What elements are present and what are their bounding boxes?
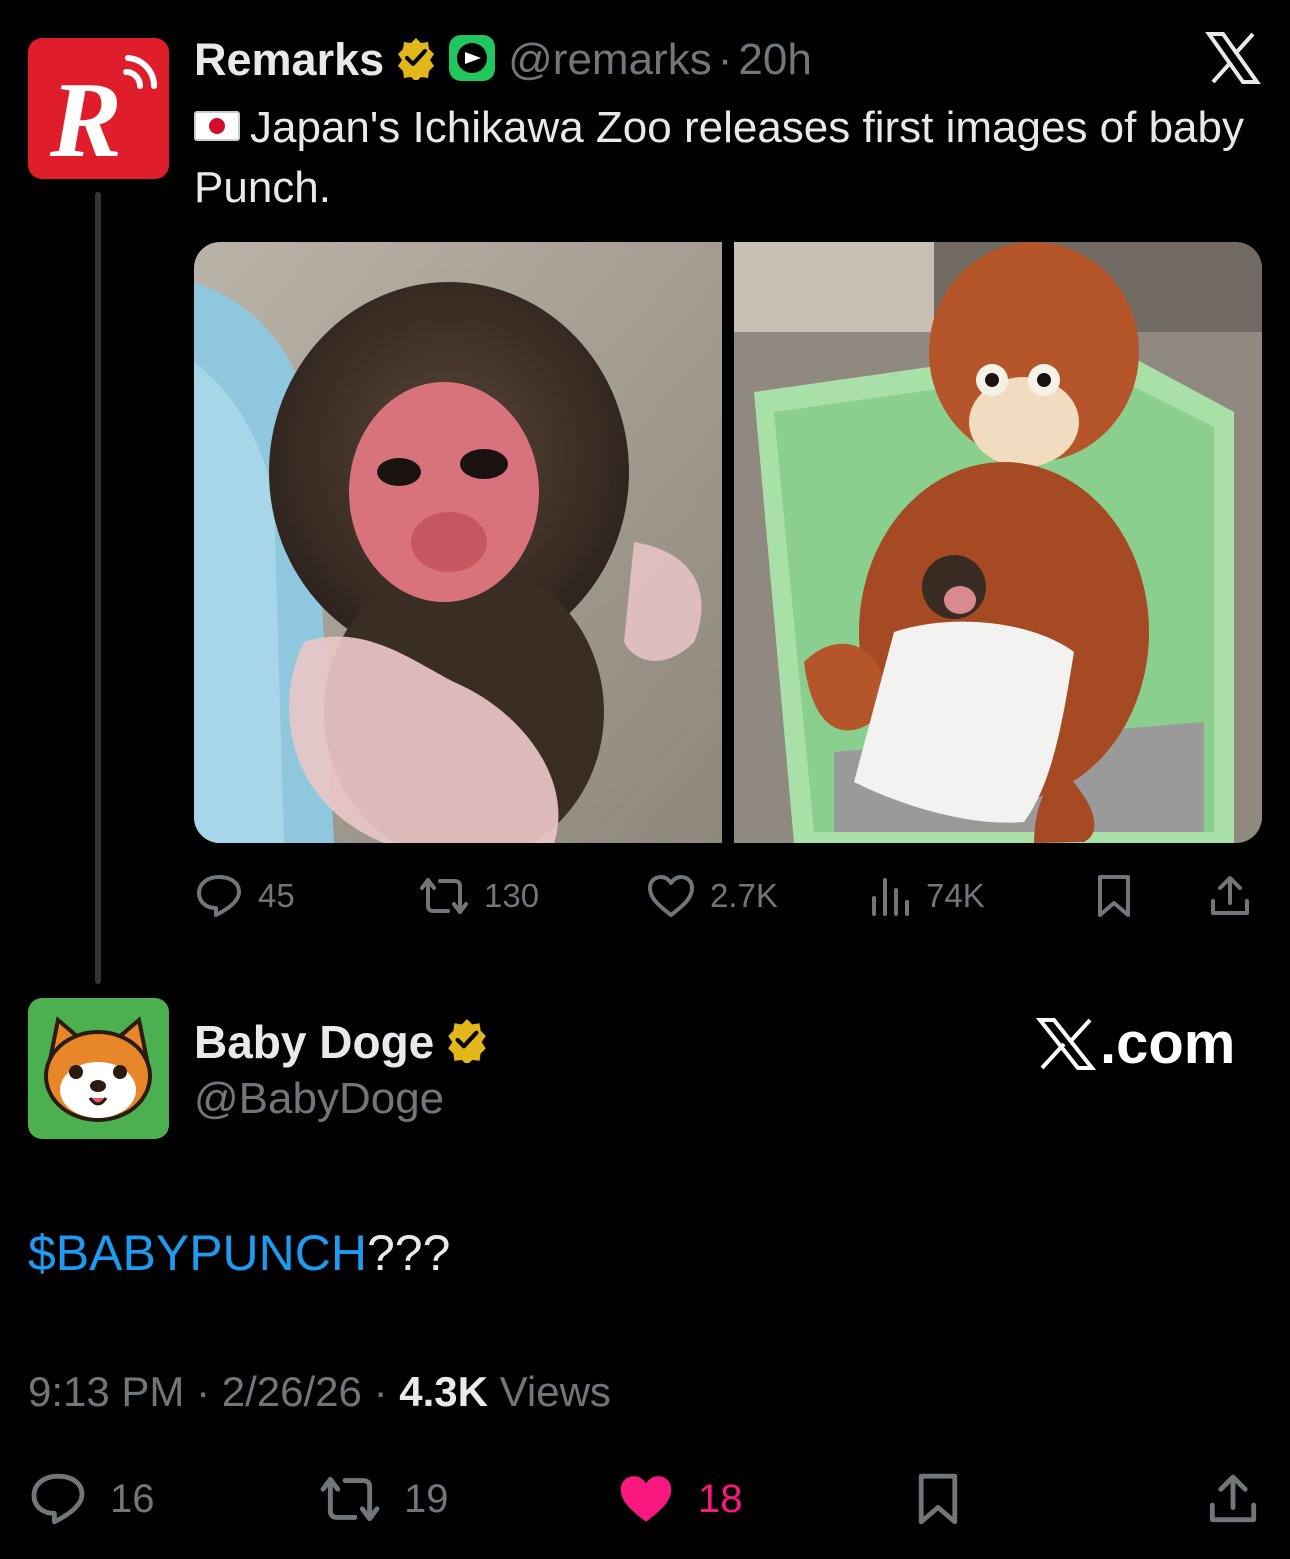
shiba-dog-logo-icon xyxy=(44,1016,152,1122)
thread-connector-line xyxy=(95,192,101,984)
reply-icon xyxy=(197,875,241,917)
parent-repost-count: 130 xyxy=(484,877,540,914)
reply-author-row: Baby Doge xyxy=(194,1014,490,1070)
reply-reply-count: 16 xyxy=(110,1476,155,1521)
reply-reply-button[interactable]: 16 xyxy=(28,1466,155,1532)
reply-action-bar: 16 19 18 xyxy=(28,1466,1262,1532)
baby-monkey-with-plush-photo[interactable] xyxy=(734,242,1262,843)
reply-repost-button[interactable]: 19 xyxy=(318,1466,449,1532)
reply-icon xyxy=(31,1473,85,1525)
reply-tweet-text: $BABYPUNCH??? xyxy=(28,1222,450,1284)
reply-text-suffix: ??? xyxy=(367,1225,451,1281)
parent-repost-button[interactable]: 130 xyxy=(418,866,539,926)
reply-repost-count: 19 xyxy=(404,1476,449,1521)
reply-meta-line: 9:13 PM · 2/26/26 · 4.3K Views xyxy=(28,1368,611,1416)
parent-views-count: 74K xyxy=(926,877,985,914)
remarks-logo-icon: R xyxy=(49,55,158,179)
reply-handle[interactable]: @BabyDoge xyxy=(194,1074,444,1124)
share-icon xyxy=(1209,1474,1257,1523)
reply-views-label: Views xyxy=(499,1368,611,1415)
reply-date[interactable]: 2/26/26 xyxy=(222,1368,362,1415)
heart-icon xyxy=(648,875,694,917)
parent-tweet-body: Japan's Ichikawa Zoo releases first imag… xyxy=(194,103,1244,212)
x-logo-icon xyxy=(1205,30,1261,86)
reply-like-count: 18 xyxy=(698,1476,743,1521)
share-icon xyxy=(1211,876,1249,915)
parent-reply-button[interactable]: 45 xyxy=(194,866,295,926)
verified-gold-badge-icon xyxy=(394,36,438,85)
parent-author-name[interactable]: Remarks xyxy=(194,34,384,86)
reply-time[interactable]: 9:13 PM xyxy=(28,1368,184,1415)
x-logo-icon xyxy=(1036,1017,1097,1070)
affiliate-badge-icon xyxy=(448,34,496,87)
parent-share-button[interactable] xyxy=(1208,866,1252,926)
reply-author-name[interactable]: Baby Doge xyxy=(194,1015,434,1069)
parent-handle[interactable]: @remarks xyxy=(508,35,712,85)
parent-timestamp[interactable]: 20h xyxy=(738,35,811,85)
x-dot-com-watermark: .com xyxy=(1036,1010,1235,1077)
repost-icon xyxy=(320,1476,380,1522)
views-bar-chart-icon xyxy=(872,878,909,916)
meta-separator: · xyxy=(196,1368,211,1415)
babydoge-avatar[interactable] xyxy=(28,998,169,1139)
verified-gold-badge-icon xyxy=(444,1017,490,1068)
parent-tweet-text: Japan's Ichikawa Zoo releases first imag… xyxy=(194,98,1254,218)
parent-header-separator: · xyxy=(717,35,733,84)
parent-like-count: 2.7K xyxy=(710,877,778,914)
cashtag-link[interactable]: $BABYPUNCH xyxy=(28,1225,367,1281)
parent-like-button[interactable]: 2.7K xyxy=(646,866,778,926)
parent-action-bar: 45 130 2.7K 74K xyxy=(194,866,1262,926)
parent-media-grid xyxy=(194,242,1262,843)
reply-bookmark-button[interactable] xyxy=(914,1466,962,1532)
heart-filled-icon xyxy=(620,1476,672,1522)
reply-views-count: 4.3K xyxy=(399,1368,488,1415)
watermark-domain: .com xyxy=(1100,1011,1236,1076)
remarks-avatar[interactable]: R xyxy=(28,38,169,179)
meta-separator: · xyxy=(373,1368,388,1415)
repost-icon xyxy=(420,878,468,914)
parent-reply-count: 45 xyxy=(258,877,295,914)
japan-flag-icon xyxy=(194,111,240,141)
reply-share-button[interactable] xyxy=(1206,1466,1260,1532)
bookmark-icon xyxy=(1098,875,1130,917)
parent-views-button[interactable]: 74K xyxy=(870,866,985,926)
parent-tweet-header: Remarks @remarks · 20h xyxy=(194,34,812,86)
baby-monkey-held-photo[interactable] xyxy=(194,242,722,843)
parent-bookmark-button[interactable] xyxy=(1094,866,1134,926)
reply-like-button[interactable]: 18 xyxy=(616,1466,743,1532)
bookmark-icon xyxy=(918,1473,958,1525)
svg-text:R: R xyxy=(49,61,122,179)
